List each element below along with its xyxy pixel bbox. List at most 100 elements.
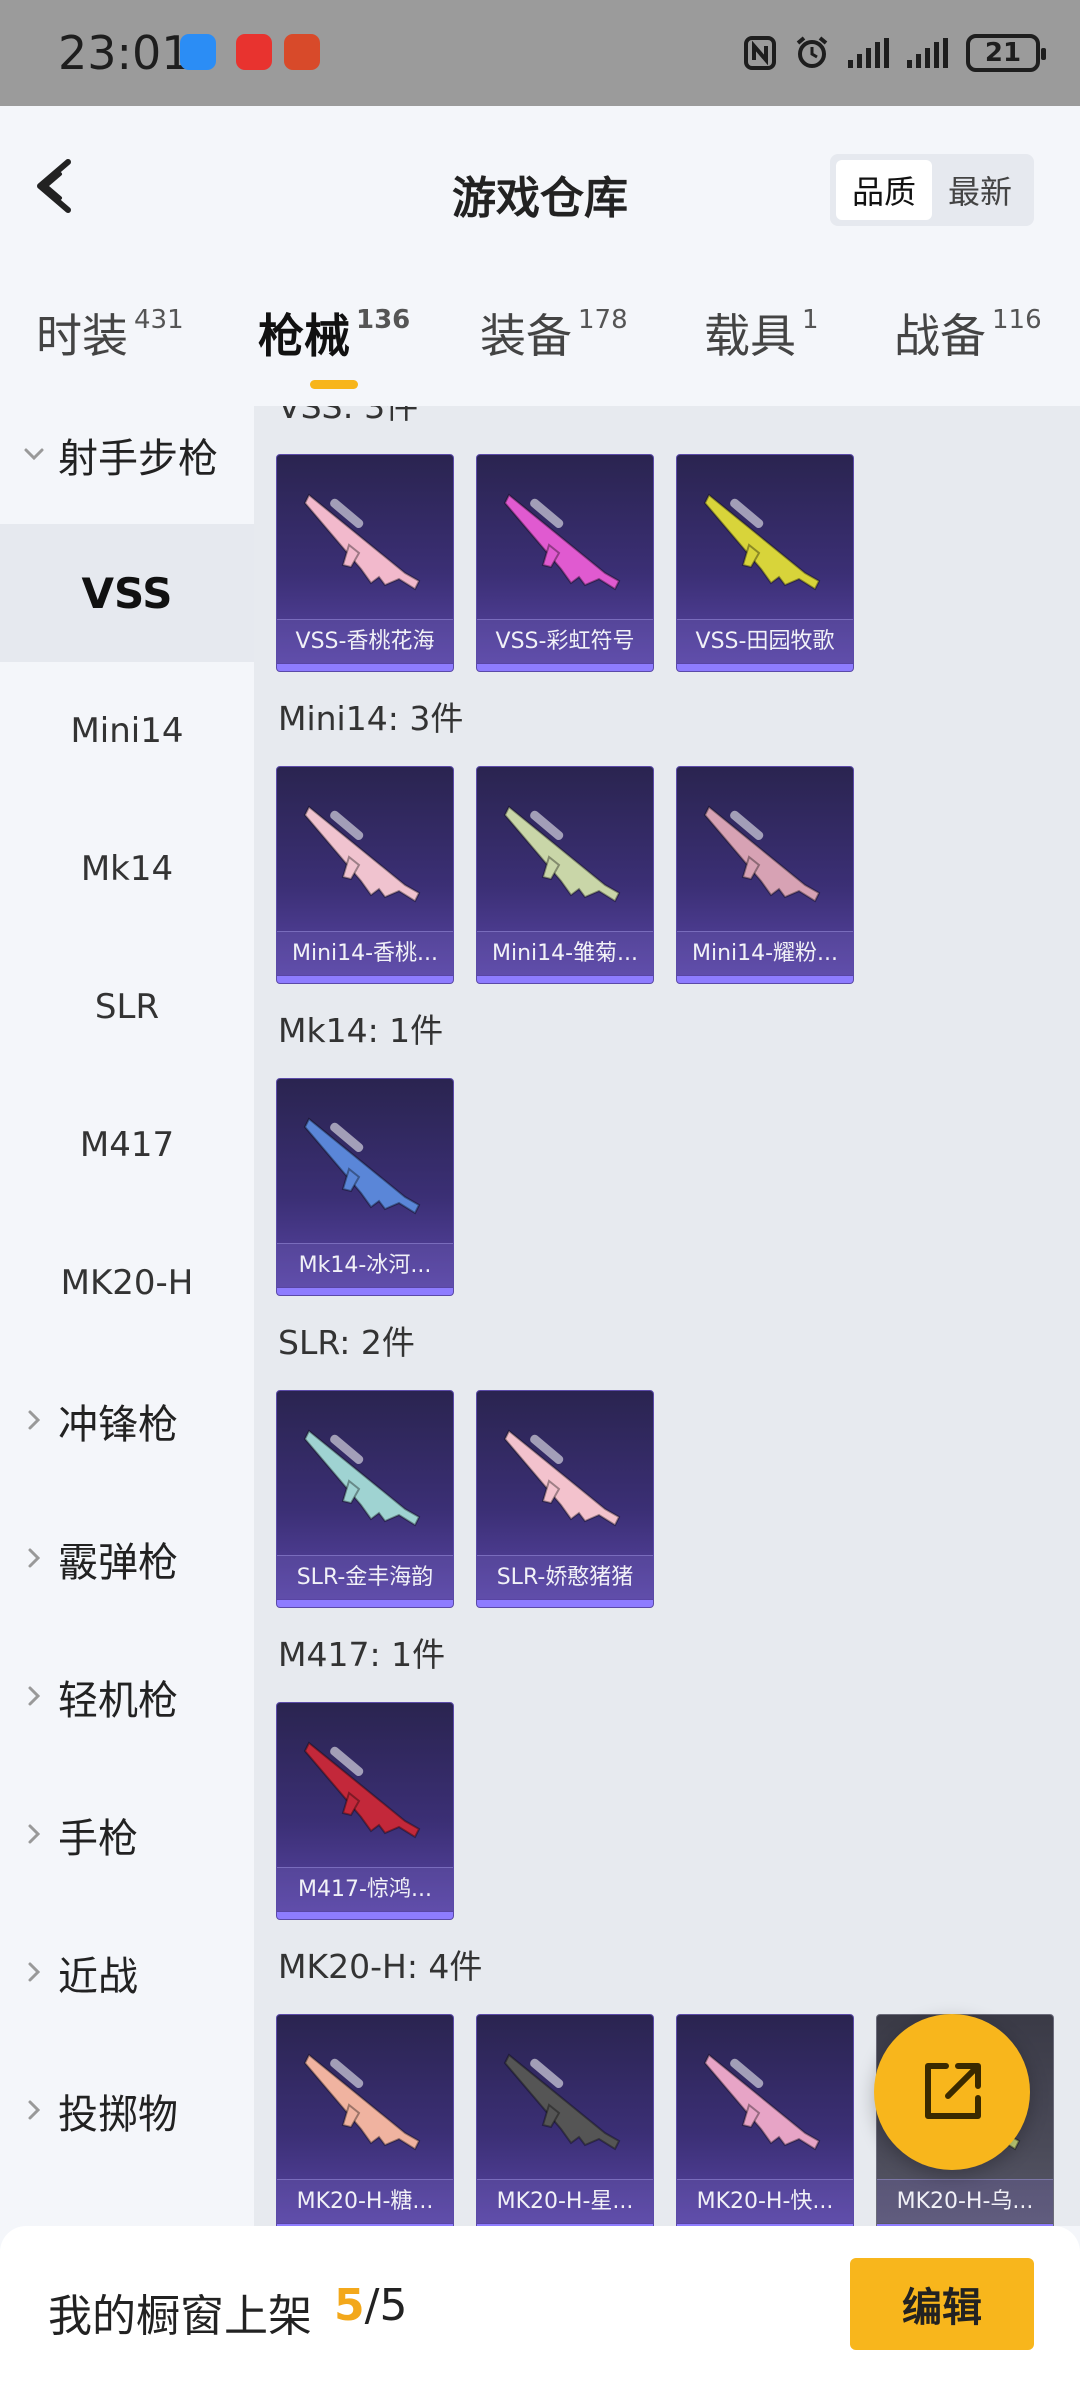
weapon-skin-name: VSS-彩虹符号 xyxy=(477,619,653,663)
mini14-green-rifle-icon xyxy=(503,805,621,903)
tab-count: 178 xyxy=(578,305,628,335)
game-app-icon xyxy=(284,34,320,70)
sidebar-item-label: 轻机枪 xyxy=(58,1678,178,1724)
weapon-skin-card[interactable]: Mk14-冰河... xyxy=(276,1078,454,1296)
weapon-skin-name: MK20-H-糖... xyxy=(277,2179,453,2223)
weapon-skin-name: MK20-H-快... xyxy=(677,2179,853,2223)
chevron-right-icon xyxy=(28,1962,41,1982)
mk20-pink-rifle-icon xyxy=(703,2053,821,2151)
showcase-total: 5 xyxy=(379,2280,408,2331)
showcase-bar: 我的橱窗上架 5/5 编辑 xyxy=(0,2226,1080,2387)
weapon-skin-card[interactable]: MK20-H-糖... xyxy=(276,2014,454,2226)
m417-red-rifle-icon xyxy=(303,1741,421,1839)
sidebar-item[interactable]: M417 xyxy=(0,1076,254,1214)
share-external-icon xyxy=(925,2063,981,2119)
weapon-skin-name: Mini14-雏菊... xyxy=(477,931,653,975)
tab-label: 枪械 xyxy=(258,309,350,363)
rarity-bar xyxy=(477,1600,653,1607)
sidebar-item[interactable]: 霰弹枪 xyxy=(0,1490,254,1628)
tab-label: 载具 xyxy=(704,309,796,363)
weapon-skin-card[interactable]: MK20-H-快... xyxy=(676,2014,854,2226)
sort-toggle: 品质 最新 xyxy=(830,154,1034,226)
sidebar-item[interactable]: SLR xyxy=(0,938,254,1076)
mk14-blue-rifle-icon xyxy=(303,1117,421,1215)
sidebar-item-label: 冲锋枪 xyxy=(58,1402,178,1448)
weapon-skin-name: VSS-香桃花海 xyxy=(277,619,453,663)
weapon-skin-name: Mk14-冰河... xyxy=(277,1243,453,1287)
sidebar-item-label: 投掷物 xyxy=(58,2092,178,2138)
sort-newest-button[interactable]: 最新 xyxy=(932,160,1028,220)
weapon-skin-card[interactable]: Mini14-耀粉... xyxy=(676,766,854,984)
rarity-bar xyxy=(677,976,853,983)
tab-count: 431 xyxy=(134,305,184,335)
group-title: SLR: 2件 xyxy=(278,1323,415,1362)
sidebar-item[interactable]: 轻机枪 xyxy=(0,1628,254,1766)
weapon-skin-card[interactable]: VSS-田园牧歌 xyxy=(676,454,854,672)
weapon-skin-card[interactable]: SLR-娇憨猪猪 xyxy=(476,1390,654,1608)
tab-count: 1 xyxy=(802,305,819,335)
weapon-skin-name: SLR-金丰海韵 xyxy=(277,1555,453,1599)
tab-equipment[interactable]: 装备 178 xyxy=(480,300,628,366)
sidebar-item[interactable]: 手枪 xyxy=(0,1766,254,1904)
rarity-bar xyxy=(277,1600,453,1607)
weapon-skin-card[interactable]: Mini14-香桃... xyxy=(276,766,454,984)
tab-guns[interactable]: 枪械 136 xyxy=(258,300,410,389)
sidebar-item[interactable]: Mini14 xyxy=(0,662,254,800)
battery-icon: 21 xyxy=(966,34,1046,72)
weapon-skin-card[interactable]: Mini14-雏菊... xyxy=(476,766,654,984)
tab-vehicles[interactable]: 载具 1 xyxy=(704,300,819,366)
weapon-skin-card[interactable]: MK20-H-星... xyxy=(476,2014,654,2226)
chevron-right-icon xyxy=(28,1686,41,1706)
sidebar-item[interactable]: 射手步枪 xyxy=(0,386,254,524)
sidebar-item-label: 手枪 xyxy=(58,1816,138,1862)
tab-active-indicator xyxy=(310,380,358,389)
status-time: 23:01 xyxy=(58,26,191,80)
nfc-icon xyxy=(744,36,776,70)
chevron-right-icon xyxy=(28,1548,41,1568)
edit-button[interactable]: 编辑 xyxy=(850,2258,1034,2350)
weapon-skin-card[interactable]: VSS-彩虹符号 xyxy=(476,454,654,672)
vss-rainbow-rifle-icon xyxy=(503,493,621,591)
rarity-bar xyxy=(477,664,653,671)
page-header: 游戏仓库 品质 最新 xyxy=(0,106,1080,266)
category-tabs: 时装 431 枪械 136 装备 178 载具 1 战备 116 xyxy=(0,290,1080,400)
tab-label: 战备 xyxy=(894,309,986,363)
sidebar-item[interactable]: VSS xyxy=(0,524,254,662)
weapon-skin-name: SLR-娇憨猪猪 xyxy=(477,1555,653,1599)
weapon-skin-card[interactable]: VSS-香桃花海 xyxy=(276,454,454,672)
group-title: MK20-H: 4件 xyxy=(278,1947,483,1986)
mini14-rose-rifle-icon xyxy=(703,805,821,903)
weapon-skin-card[interactable]: SLR-金丰海韵 xyxy=(276,1390,454,1608)
alarm-icon xyxy=(796,36,828,68)
sort-quality-button[interactable]: 品质 xyxy=(836,160,932,220)
showcase-count: 5/5 xyxy=(334,2280,407,2331)
weapon-skin-name: MK20-H-乌... xyxy=(877,2179,1053,2223)
sidebar-item[interactable]: 近战 xyxy=(0,1904,254,2042)
weapon-type-sidebar: 射手步枪 VSS Mini14 Mk14 SLR M417 MK20-H 冲锋枪霰弹枪轻机枪手… xyxy=(0,406,254,2226)
sidebar-item[interactable]: 投掷物 xyxy=(0,2042,254,2180)
tab-label: 装备 xyxy=(480,309,572,363)
showcase-label: 我的橱窗上架 xyxy=(48,2291,312,2342)
item-grid: VSS: 3件 VSS-香桃花海 VSS-彩虹符号 VSS-田园牧歌 Mini14: 3… xyxy=(254,406,1080,2226)
sidebar-item-label: Mk14 xyxy=(80,849,174,889)
rarity-bar xyxy=(277,664,453,671)
slr-teal-rifle-icon xyxy=(303,1429,421,1527)
sidebar-item-label: VSS xyxy=(81,568,173,618)
tab-fashion[interactable]: 时装 431 xyxy=(36,300,184,366)
weapon-skin-card[interactable]: M417-惊鸿... xyxy=(276,1702,454,1920)
sidebar-item-label: 近战 xyxy=(58,1954,138,2000)
signal-2-icon xyxy=(907,38,948,68)
group-title: M417: 1件 xyxy=(278,1635,446,1674)
chevron-right-icon xyxy=(28,1824,41,1844)
sidebar-item[interactable]: Mk14 xyxy=(0,800,254,938)
share-button[interactable] xyxy=(874,2014,1030,2170)
tab-supplies[interactable]: 战备 116 xyxy=(894,300,1042,366)
chevron-down-icon xyxy=(24,448,44,461)
group-title: VSS: 3件 xyxy=(278,406,419,426)
sidebar-item-label: Mini14 xyxy=(70,711,184,751)
sidebar-item[interactable]: 冲锋枪 xyxy=(0,1352,254,1490)
sidebar-item-label: 射手步枪 xyxy=(58,436,218,482)
sidebar-item[interactable]: MK20-H xyxy=(0,1214,254,1352)
rarity-bar xyxy=(277,1912,453,1919)
chat-app-icon xyxy=(180,34,216,70)
